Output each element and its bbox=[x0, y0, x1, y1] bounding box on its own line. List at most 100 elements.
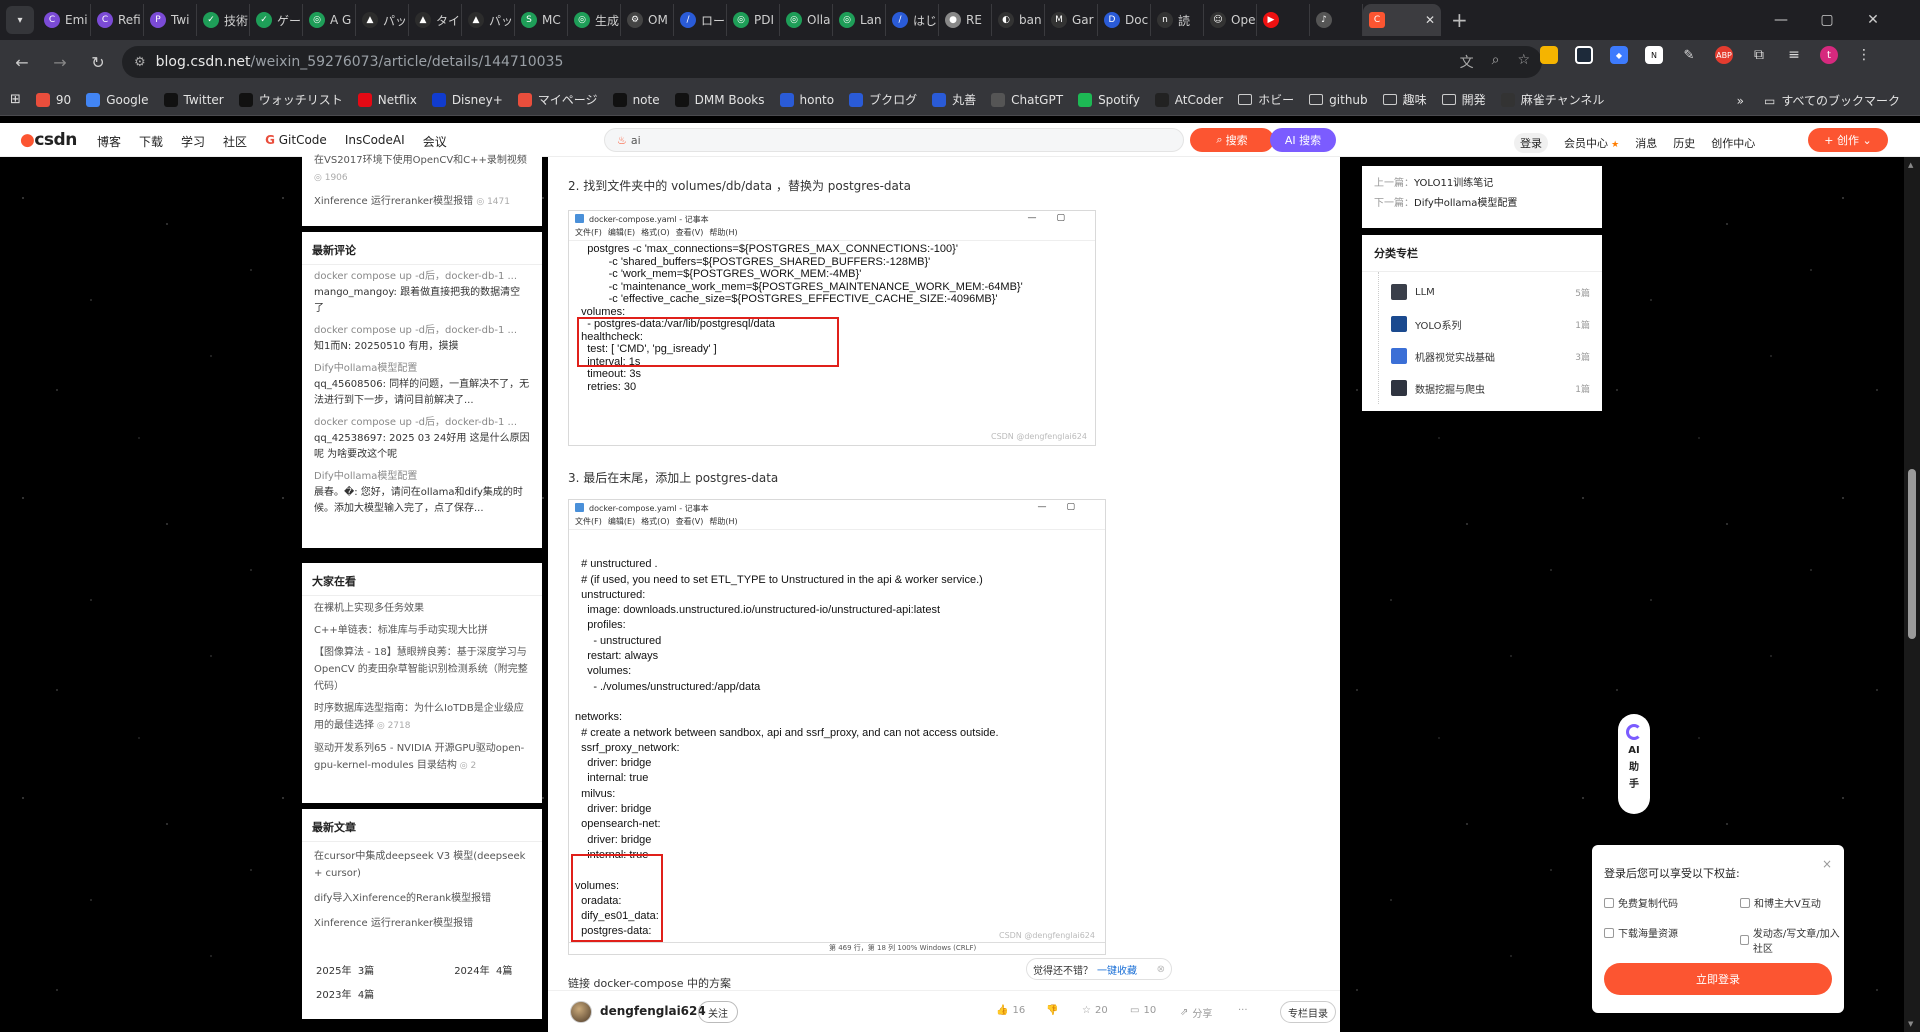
archive-item[interactable]: 2024年 4篇 bbox=[454, 962, 512, 977]
vip-center-link[interactable]: 会员中心 ★ bbox=[1564, 135, 1619, 151]
nav-gitcode[interactable]: G GitCode bbox=[265, 133, 327, 150]
browser-tab[interactable]: C Emi bbox=[38, 4, 91, 36]
browser-tab[interactable]: ▲ パッ bbox=[356, 4, 409, 36]
search-button[interactable]: ⌕ 搜索 bbox=[1190, 128, 1274, 152]
category-item[interactable]: YOLO系列 1篇 bbox=[1379, 308, 1602, 340]
browser-tab[interactable]: M Gar bbox=[1045, 4, 1098, 36]
browser-tab[interactable]: ● RE bbox=[939, 4, 992, 36]
media-controls-icon[interactable]: ≡ bbox=[1785, 46, 1803, 64]
archive-item[interactable]: 2023年 4篇 bbox=[316, 986, 374, 1001]
all-bookmarks-label[interactable]: すべてのブックマーク bbox=[1781, 92, 1900, 109]
category-item[interactable]: 机器视觉实战基础 3篇 bbox=[1379, 340, 1602, 372]
apps-grid-icon[interactable]: ⊞ bbox=[10, 92, 21, 107]
collect-button[interactable]: ☆ 20 bbox=[1082, 1005, 1108, 1016]
pen-extension-icon[interactable]: ✎ bbox=[1680, 46, 1698, 64]
browser-tab[interactable]: ✓ 技術 bbox=[197, 4, 250, 36]
nav-meeting[interactable]: 会议 bbox=[423, 133, 447, 150]
extension-yellow-icon[interactable] bbox=[1540, 46, 1558, 64]
column-toc-button[interactable]: 专栏目录 bbox=[1280, 1001, 1336, 1023]
browser-tab[interactable]: D Doc bbox=[1098, 4, 1151, 36]
browser-tab[interactable]: / ロー bbox=[674, 4, 727, 36]
archive-item[interactable]: 2025年 3篇 bbox=[316, 962, 374, 977]
browser-tab[interactable]: / はじ bbox=[886, 4, 939, 36]
search-input[interactable]: ♨ ai bbox=[604, 128, 1184, 152]
page-scrollbar[interactable]: ▲ ▼ bbox=[1904, 157, 1920, 1032]
bookmark-item[interactable]: 90 bbox=[35, 92, 71, 107]
browser-tab[interactable]: ◎ A G bbox=[303, 4, 356, 36]
translate-icon[interactable]: 文 bbox=[1460, 52, 1474, 72]
close-icon[interactable]: ⊗ bbox=[1157, 964, 1165, 975]
bookmark-item[interactable]: note bbox=[612, 92, 660, 107]
browser-tab[interactable]: P Twi bbox=[144, 4, 197, 36]
comment-button[interactable]: ▭ 10 bbox=[1130, 1005, 1156, 1016]
dislike-button[interactable]: 👎 bbox=[1046, 1005, 1058, 1016]
reload-icon[interactable]: ↻ bbox=[82, 46, 114, 78]
browser-tab[interactable]: n読 bbox=[1151, 4, 1204, 36]
scrollbar-thumb[interactable] bbox=[1908, 469, 1916, 639]
nav-learn[interactable]: 学习 bbox=[181, 133, 205, 150]
next-article-link[interactable]: 下一篇：Dify中ollama模型配置 bbox=[1374, 194, 1590, 214]
hot-article-item[interactable]: Xinference 运行reranker模型报错 ◎ 1471 bbox=[314, 193, 530, 211]
messages-link[interactable]: 消息 bbox=[1635, 135, 1657, 151]
new-tab-button[interactable]: + bbox=[1451, 8, 1468, 32]
bookmark-item[interactable]: Disney+ bbox=[431, 92, 503, 107]
bookmark-item[interactable]: Twitter bbox=[163, 92, 224, 107]
browser-tab[interactable]: ▲ パッ bbox=[462, 4, 515, 36]
create-button[interactable]: + 创作 ⌄ bbox=[1808, 128, 1888, 152]
popular-item[interactable]: 时序数据库选型指南：为什么IoTDB是企业级应用的最佳选择 ◎ 2718 bbox=[302, 700, 542, 735]
back-arrow-icon[interactable]: ← bbox=[6, 46, 38, 78]
more-button[interactable]: ··· bbox=[1238, 1005, 1248, 1016]
browser-tab[interactable]: S MC bbox=[515, 4, 568, 36]
bookmark-item[interactable]: github bbox=[1309, 93, 1368, 107]
browser-tab[interactable]: ♪ bbox=[1310, 4, 1363, 36]
browser-tab[interactable]: ☺ Ope bbox=[1204, 4, 1257, 36]
bookmark-item[interactable]: AtCoder bbox=[1154, 92, 1223, 107]
comment-item[interactable]: Dify中ollama模型配置 qq_45608506: 同样的问题，一直解决不了… bbox=[302, 357, 542, 411]
comment-item[interactable]: docker compose up -d后，docker-db-1 ... 知1而… bbox=[302, 319, 542, 357]
follow-button[interactable]: 关注 bbox=[698, 1001, 738, 1023]
browser-tab[interactable]: ◎ Olla bbox=[780, 4, 833, 36]
popular-item[interactable]: C++单链表：标准库与手动实现大比拼 bbox=[302, 622, 542, 639]
comment-item[interactable]: docker compose up -d后，docker-db-1 ... qq_… bbox=[302, 411, 542, 465]
creator-center-link[interactable]: 创作中心 bbox=[1711, 135, 1755, 151]
bookmark-item[interactable]: 開発 bbox=[1441, 91, 1486, 108]
extension-square-icon[interactable] bbox=[1575, 46, 1593, 64]
browser-tab[interactable]: ◎ 生成 bbox=[568, 4, 621, 36]
history-link[interactable]: 历史 bbox=[1673, 135, 1695, 151]
scroll-down-icon[interactable]: ▼ bbox=[1908, 1020, 1913, 1028]
share-button[interactable]: ⇗ 分享 bbox=[1180, 1005, 1212, 1020]
comment-item[interactable]: Dify中ollama模型配置 晨春。�: 您好，请问在ollama和dify集成… bbox=[302, 465, 542, 519]
csdn-logo[interactable]: ●csdn bbox=[20, 130, 77, 150]
bookmark-item[interactable]: ウォッチリスト bbox=[238, 91, 343, 108]
extensions-puzzle-icon[interactable]: ⧉ bbox=[1750, 46, 1768, 64]
bookmark-item[interactable]: マイページ bbox=[517, 91, 598, 108]
bookmark-item[interactable]: ChatGPT bbox=[991, 92, 1063, 107]
close-icon[interactable]: × bbox=[1822, 857, 1832, 871]
like-button[interactable]: 👍 16 bbox=[996, 1005, 1025, 1016]
popular-item[interactable]: 在裸机上实现多任务效果 bbox=[302, 600, 542, 617]
latest-article-item[interactable]: Xinference 运行reranker模型报错 bbox=[302, 915, 542, 932]
prev-article-link[interactable]: 上一篇：YOLO11训练笔记 bbox=[1374, 174, 1590, 194]
scroll-up-icon[interactable]: ▲ bbox=[1908, 161, 1913, 169]
extension-blue-icon[interactable]: ◆ bbox=[1610, 46, 1628, 64]
popular-item[interactable]: 【图像算法 - 18】慧眼辨良莠：基于深度学习与 OpenCV 的麦田杂草智能识… bbox=[302, 644, 542, 695]
one-click-collect-link[interactable]: 一键收藏 bbox=[1097, 962, 1137, 977]
ai-search-button[interactable]: AI 搜索 bbox=[1270, 128, 1336, 152]
latest-article-item[interactable]: 在cursor中集成deepseek V3 模型(deepseek + curs… bbox=[302, 848, 542, 882]
comment-item[interactable]: docker compose up -d后，docker-db-1 ... man… bbox=[302, 265, 542, 319]
browser-tab[interactable]: ▶ bbox=[1257, 4, 1310, 36]
profile-avatar[interactable]: t bbox=[1820, 46, 1838, 64]
bookmark-item[interactable]: ホビー bbox=[1238, 91, 1294, 108]
bookmark-item[interactable]: Netflix bbox=[357, 92, 417, 107]
browser-tab[interactable]: C Refi bbox=[91, 4, 144, 36]
adblock-extension-icon[interactable]: ABP bbox=[1715, 46, 1733, 64]
author-avatar[interactable] bbox=[570, 1001, 592, 1023]
bookmark-item[interactable]: 趣味 bbox=[1382, 91, 1427, 108]
close-tab-icon[interactable]: ✕ bbox=[1425, 13, 1435, 27]
author-name[interactable]: dengfenglai624 bbox=[600, 1004, 706, 1018]
address-bar[interactable]: ⚙ blog.csdn.net/weixin_59276073/article/… bbox=[122, 46, 1542, 78]
browser-tab[interactable]: ◎ PDI bbox=[727, 4, 780, 36]
browser-tab[interactable]: ◐ ban bbox=[992, 4, 1045, 36]
bookmark-item[interactable]: Spotify bbox=[1078, 92, 1140, 107]
nav-inscode[interactable]: InsCodeAI bbox=[345, 133, 405, 150]
